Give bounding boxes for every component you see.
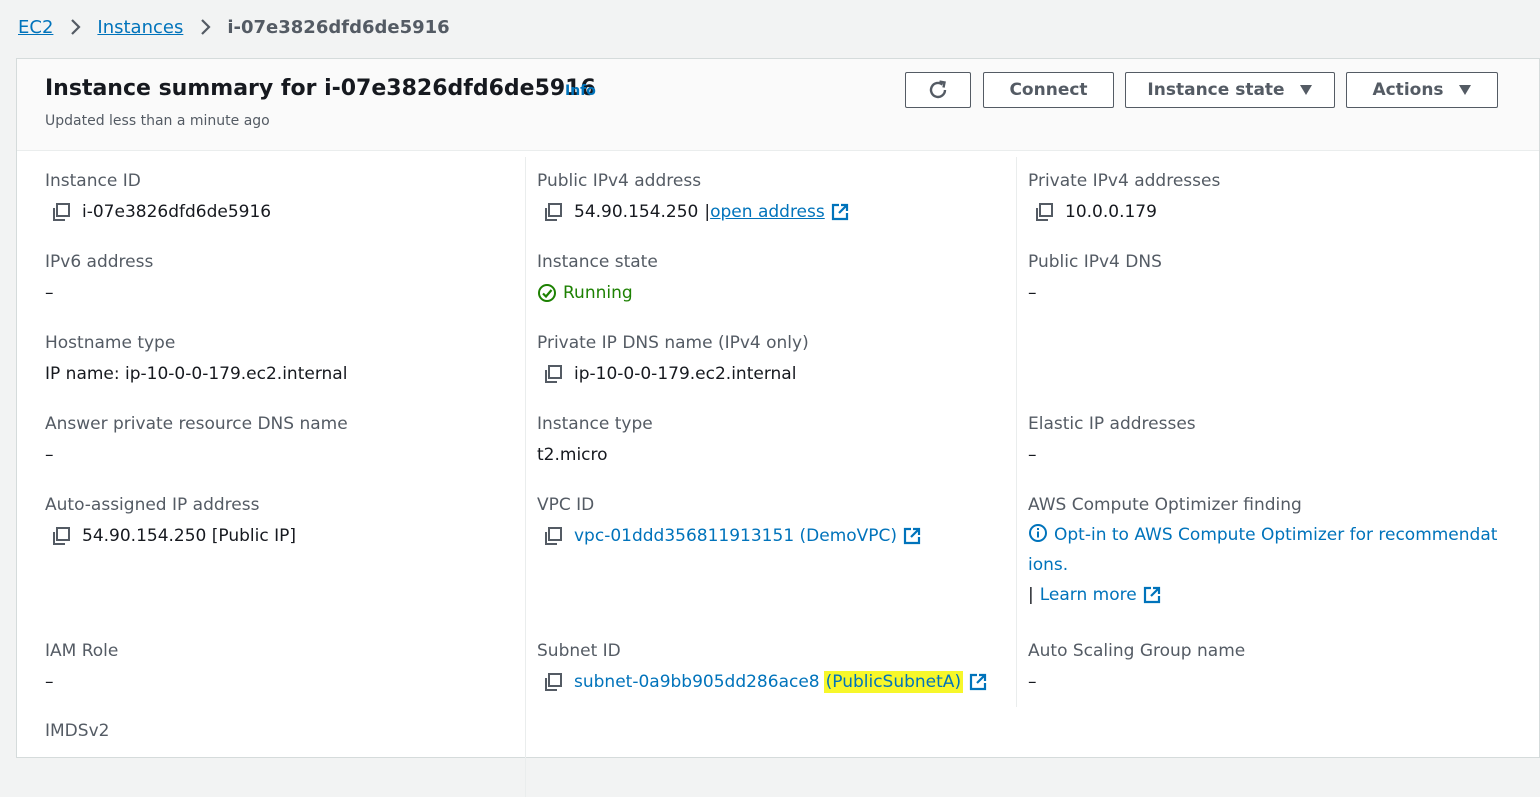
- copy-icon[interactable]: [543, 364, 563, 384]
- field-vpc-id: VPC ID vpc-01ddd356811913151 (DemoVPC): [537, 494, 921, 547]
- connect-button[interactable]: Connect: [983, 72, 1114, 108]
- breadcrumb-instances-link[interactable]: Instances: [97, 17, 183, 38]
- instance-type-value: t2.micro: [537, 445, 608, 465]
- info-circle-icon: [1029, 524, 1047, 542]
- page-title: Instance summary for i-07e3826dfd6de5916: [45, 76, 596, 101]
- auto-ip-value: 54.90.154.250 [Public IP]: [82, 526, 297, 546]
- field-label: Instance ID: [45, 171, 141, 191]
- copy-icon[interactable]: [51, 202, 71, 222]
- open-address-link[interactable]: open address: [710, 201, 825, 223]
- private-ipv4-value: 10.0.0.179: [1065, 202, 1157, 222]
- answer-dns-value: –: [45, 445, 54, 465]
- iam-role-value: –: [45, 672, 54, 692]
- breadcrumb-current: i-07e3826dfd6de5916: [227, 16, 450, 38]
- field-label: Instance state: [537, 252, 658, 272]
- instance-state-button-label: Instance state: [1147, 80, 1285, 100]
- field-imdsv2: IMDSv2: [45, 720, 109, 742]
- panel-header: Instance summary for i-07e3826dfd6de5916…: [17, 59, 1539, 151]
- info-link[interactable]: Info: [565, 83, 596, 99]
- chevron-right-icon: [71, 19, 81, 35]
- field-elastic-ip: Elastic IP addresses –: [1028, 413, 1196, 466]
- copy-icon[interactable]: [543, 202, 563, 222]
- instance-state-button[interactable]: Instance state: [1125, 72, 1335, 108]
- caret-down-icon: [1458, 85, 1471, 95]
- field-label: IPv6 address: [45, 252, 154, 272]
- field-label: VPC ID: [537, 495, 595, 515]
- ipv6-value: –: [45, 283, 54, 303]
- field-label: Hostname type: [45, 333, 176, 353]
- field-subnet-id: Subnet ID subnet-0a9bb905dd286ace8 (Publ…: [537, 640, 987, 693]
- external-link-icon[interactable]: [969, 673, 987, 691]
- optimizer-opt-in-link[interactable]: Opt-in to AWS Compute Optimizer for reco…: [1028, 525, 1497, 575]
- refresh-button[interactable]: [905, 72, 971, 108]
- field-label: Elastic IP addresses: [1028, 414, 1196, 434]
- field-instance-type: Instance type t2.micro: [537, 413, 653, 466]
- column-divider: [1016, 157, 1017, 707]
- field-public-ipv4: Public IPv4 address 54.90.154.250 | open…: [537, 170, 849, 223]
- learn-more-link[interactable]: Learn more: [1040, 584, 1137, 606]
- field-hostname-type: Hostname type IP name: ip-10-0-0-179.ec2…: [45, 332, 347, 385]
- copy-icon[interactable]: [543, 526, 563, 546]
- field-label: Answer private resource DNS name: [45, 414, 348, 434]
- breadcrumb-ec2-link[interactable]: EC2: [18, 17, 53, 38]
- asg-name-value: –: [1028, 672, 1037, 692]
- field-iam-role: IAM Role –: [45, 640, 118, 693]
- separator: |: [1028, 585, 1034, 605]
- field-private-dns: Private IP DNS name (IPv4 only) ip-10-0-…: [537, 332, 809, 385]
- copy-icon[interactable]: [1034, 202, 1054, 222]
- field-label: Auto-assigned IP address: [45, 495, 260, 515]
- field-label: Instance type: [537, 414, 653, 434]
- copy-icon[interactable]: [543, 672, 563, 692]
- actions-button[interactable]: Actions: [1346, 72, 1498, 108]
- field-label: Public IPv4 DNS: [1028, 252, 1162, 272]
- elastic-ip-value: –: [1028, 445, 1037, 465]
- field-label: Private IP DNS name (IPv4 only): [537, 333, 809, 353]
- public-dns-value: –: [1028, 283, 1037, 303]
- field-label: Subnet ID: [537, 641, 621, 661]
- field-compute-optimizer: AWS Compute Optimizer finding Opt-in to …: [1028, 494, 1498, 606]
- instance-summary-panel: Instance summary for i-07e3826dfd6de5916…: [16, 58, 1540, 797]
- caret-down-icon: [1299, 85, 1312, 95]
- field-ipv6: IPv6 address –: [45, 251, 153, 304]
- private-dns-value: ip-10-0-0-179.ec2.internal: [574, 364, 797, 384]
- check-circle-icon: [538, 284, 556, 302]
- field-label: Public IPv4 address: [537, 171, 702, 191]
- hostname-type-value: IP name: ip-10-0-0-179.ec2.internal: [45, 364, 348, 384]
- external-link-icon[interactable]: [903, 527, 921, 545]
- copy-icon[interactable]: [51, 526, 71, 546]
- chevron-right-icon: [201, 19, 211, 35]
- field-auto-assigned-ip: Auto-assigned IP address 54.90.154.250 […: [45, 494, 296, 547]
- status-badge: Running: [563, 283, 633, 303]
- field-label: Private IPv4 addresses: [1028, 171, 1221, 191]
- refresh-icon: [929, 80, 947, 99]
- subnet-id-link[interactable]: subnet-0a9bb905dd286ace8: [574, 671, 820, 693]
- field-private-ipv4: Private IPv4 addresses 10.0.0.179: [1028, 170, 1220, 223]
- field-asg-name: Auto Scaling Group name –: [1028, 640, 1245, 693]
- vpc-id-link[interactable]: vpc-01ddd356811913151 (DemoVPC): [574, 525, 897, 547]
- field-label: IMDSv2: [45, 721, 110, 741]
- field-instance-id: Instance ID i-07e3826dfd6de5916: [45, 170, 271, 223]
- external-link-icon[interactable]: [1143, 586, 1161, 604]
- external-link-icon[interactable]: [831, 203, 849, 221]
- field-instance-state: Instance state Running: [537, 251, 658, 304]
- actions-button-label: Actions: [1372, 80, 1444, 100]
- field-answer-dns: Answer private resource DNS name –: [45, 413, 348, 466]
- updated-text: Updated less than a minute ago: [45, 113, 270, 129]
- field-label: IAM Role: [45, 641, 119, 661]
- field-public-dns: Public IPv4 DNS –: [1028, 251, 1162, 304]
- column-divider: [525, 157, 526, 797]
- instance-id-value: i-07e3826dfd6de5916: [82, 202, 272, 222]
- field-label: Auto Scaling Group name: [1028, 641, 1246, 661]
- public-ipv4-value: 54.90.154.250: [574, 202, 699, 222]
- breadcrumb: EC2 Instances i-07e3826dfd6de5916: [18, 14, 450, 40]
- field-label: AWS Compute Optimizer finding: [1028, 495, 1302, 515]
- subnet-name-highlight[interactable]: (PublicSubnetA): [823, 671, 964, 693]
